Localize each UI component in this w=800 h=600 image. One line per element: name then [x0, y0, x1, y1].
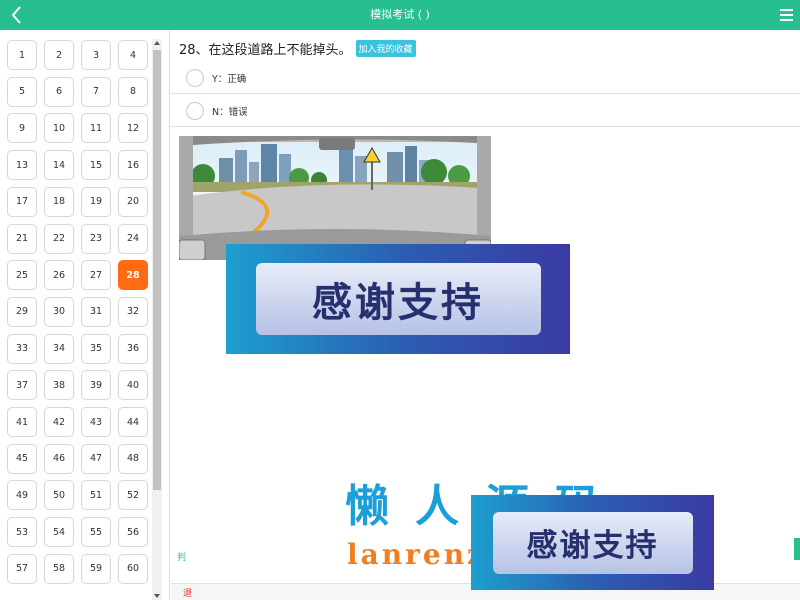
question-number-30[interactable]: 30 [44, 296, 74, 327]
question-number-20[interactable]: 20 [118, 186, 148, 217]
road-scene-image [179, 136, 491, 260]
question-number-49[interactable]: 49 [7, 480, 37, 511]
question-number-3[interactable]: 3 [81, 40, 111, 70]
scroll-up-arrow-icon[interactable] [154, 41, 160, 45]
question-number-46[interactable]: 46 [44, 443, 74, 474]
question-number-19[interactable]: 19 [81, 186, 111, 217]
question-text: 28、在这段道路上不能掉头。 [179, 43, 352, 58]
option-no-label: N：错误 [212, 106, 248, 118]
radio-no[interactable] [186, 101, 204, 120]
question-number-14[interactable]: 14 [44, 150, 74, 181]
question-number-2[interactable]: 2 [44, 40, 74, 70]
question-number-42[interactable]: 42 [44, 407, 74, 437]
question-number-43[interactable]: 43 [81, 407, 111, 437]
question-title: 28、在这段道路上不能掉头。 加入我的收藏 [179, 39, 416, 58]
question-number-34[interactable]: 34 [44, 333, 74, 364]
scroll-thumb[interactable] [153, 50, 161, 490]
hamburger-menu-icon [780, 9, 793, 11]
question-number-1[interactable]: 1 [7, 40, 37, 70]
question-number-18[interactable]: 18 [44, 186, 74, 217]
question-number-8[interactable]: 8 [118, 76, 148, 107]
question-number-41[interactable]: 41 [7, 407, 37, 437]
question-number-58[interactable]: 58 [44, 553, 74, 584]
question-number-6[interactable]: 6 [44, 76, 74, 107]
question-number-17[interactable]: 17 [7, 186, 37, 217]
top-header: 模拟考试 ( ) [0, 0, 800, 30]
question-number-57[interactable]: 57 [7, 553, 37, 584]
question-number-28[interactable]: 28 [118, 260, 148, 291]
question-number-13[interactable]: 13 [7, 150, 37, 181]
question-number-26[interactable]: 26 [44, 260, 74, 291]
question-number-45[interactable]: 45 [7, 443, 37, 474]
option-no[interactable]: N：错误 [171, 95, 800, 127]
question-number-33[interactable]: 33 [7, 333, 37, 364]
question-number-36[interactable]: 36 [118, 333, 148, 364]
question-number-9[interactable]: 9 [7, 113, 37, 144]
question-number-16[interactable]: 16 [118, 150, 148, 181]
menu-button[interactable] [780, 9, 793, 22]
question-number-52[interactable]: 52 [118, 480, 148, 511]
question-number-7[interactable]: 7 [81, 76, 111, 107]
question-number-51[interactable]: 51 [81, 480, 111, 511]
next-button-edge[interactable] [794, 538, 800, 560]
question-number-22[interactable]: 22 [44, 223, 74, 254]
question-number-24[interactable]: 24 [118, 223, 148, 254]
option-yes[interactable]: Y：正确 [171, 62, 800, 94]
question-number-sidebar: 1 2 3 4 5 6 7 8 9 10 11 12 13 14 15 16 17 18 19 20 21 22 23 24 2… [0, 30, 170, 600]
question-number-44[interactable]: 44 [118, 407, 148, 437]
question-number-32[interactable]: 32 [118, 296, 148, 327]
question-number-48[interactable]: 48 [118, 443, 148, 474]
question-number-23[interactable]: 23 [81, 223, 111, 254]
question-number-11[interactable]: 11 [81, 113, 111, 144]
fragment-text: 判 [177, 553, 187, 563]
option-yes-label: Y：正确 [212, 73, 247, 85]
question-number-5[interactable]: 5 [7, 76, 37, 107]
question-number-25[interactable]: 25 [7, 260, 37, 291]
question-number-10[interactable]: 10 [44, 113, 74, 144]
fragment-text: 退 [183, 589, 193, 599]
question-number-38[interactable]: 38 [44, 370, 74, 401]
exam-page: 模拟考试 ( ) 1 2 3 4 5 6 7 8 9 10 11 12 13 14 15 16 17 18 19 20… [0, 0, 800, 600]
thanks-banner-text: 感谢支持 [255, 263, 541, 335]
question-number-4[interactable]: 4 [118, 40, 148, 70]
question-number-56[interactable]: 56 [118, 517, 148, 548]
question-number-15[interactable]: 15 [81, 150, 111, 181]
question-number-37[interactable]: 37 [7, 370, 37, 401]
thanks-banner-text: 感谢支持 [492, 511, 693, 574]
sidebar-scrollbar[interactable] [152, 39, 162, 600]
question-number-53[interactable]: 53 [7, 517, 37, 548]
question-number-29[interactable]: 29 [7, 296, 37, 327]
question-number-31[interactable]: 31 [81, 296, 111, 327]
question-number-39[interactable]: 39 [81, 370, 111, 401]
question-number-55[interactable]: 55 [81, 517, 111, 548]
thanks-banner: 感谢支持 [226, 244, 570, 354]
question-number-54[interactable]: 54 [44, 517, 74, 548]
question-number-59[interactable]: 59 [81, 553, 111, 584]
question-number-60[interactable]: 60 [118, 553, 148, 584]
question-number-12[interactable]: 12 [118, 113, 148, 144]
question-number-50[interactable]: 50 [44, 480, 74, 511]
radio-yes[interactable] [186, 68, 204, 87]
question-number-21[interactable]: 21 [7, 223, 37, 254]
add-favorite-button[interactable]: 加入我的收藏 [355, 40, 416, 57]
page-title: 模拟考试 ( ) [370, 8, 430, 21]
question-number-27[interactable]: 27 [81, 260, 111, 291]
scroll-down-arrow-icon[interactable] [154, 594, 160, 598]
question-number-35[interactable]: 35 [81, 333, 111, 364]
thanks-banner: 感谢支持 [471, 495, 714, 590]
question-number-40[interactable]: 40 [118, 370, 148, 401]
question-number-47[interactable]: 47 [81, 443, 111, 474]
